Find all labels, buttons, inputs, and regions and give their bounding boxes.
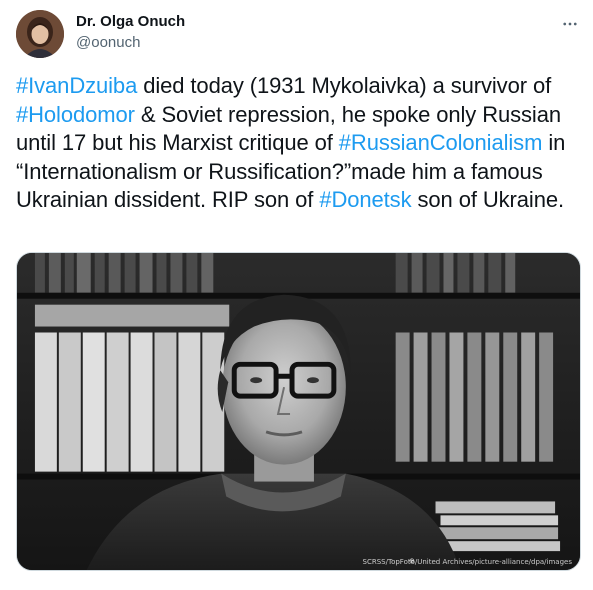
author-names: Dr. Olga Onuch @oonuch [76, 12, 185, 53]
avatar[interactable] [16, 10, 64, 58]
tweet-text: #IvanDzuiba died today (1931 Mykolaivka)… [16, 72, 586, 215]
tweet-text-segment: died today (1931 Mykolaivka) a survivor … [137, 73, 552, 98]
tweet: Dr. Olga Onuch @oonuch #IvanDzuiba died … [0, 0, 593, 590]
hashtag-russiancolonialism[interactable]: #RussianColonialism [339, 130, 543, 155]
author-display-name[interactable]: Dr. Olga Onuch [76, 12, 185, 32]
tweet-photo[interactable]: ⊕ SCRSS/TopFoto/United Archives/picture-… [16, 252, 581, 571]
author-handle[interactable]: @oonuch [76, 33, 185, 53]
tweet-text-segment: son of Ukraine. [411, 187, 565, 212]
more-options-button[interactable] [556, 14, 584, 34]
avatar-image [16, 10, 64, 58]
hashtag-holodomor[interactable]: #Holodomor [16, 102, 135, 127]
more-horizontal-icon [563, 22, 577, 26]
photo-bookshelf-portrait [17, 253, 580, 570]
hashtag-ivandzuiba[interactable]: #IvanDzuiba [16, 73, 137, 98]
photo-credit: SCRSS/TopFoto/United Archives/picture-al… [362, 558, 572, 566]
hashtag-donetsk[interactable]: #Donetsk [319, 187, 411, 212]
